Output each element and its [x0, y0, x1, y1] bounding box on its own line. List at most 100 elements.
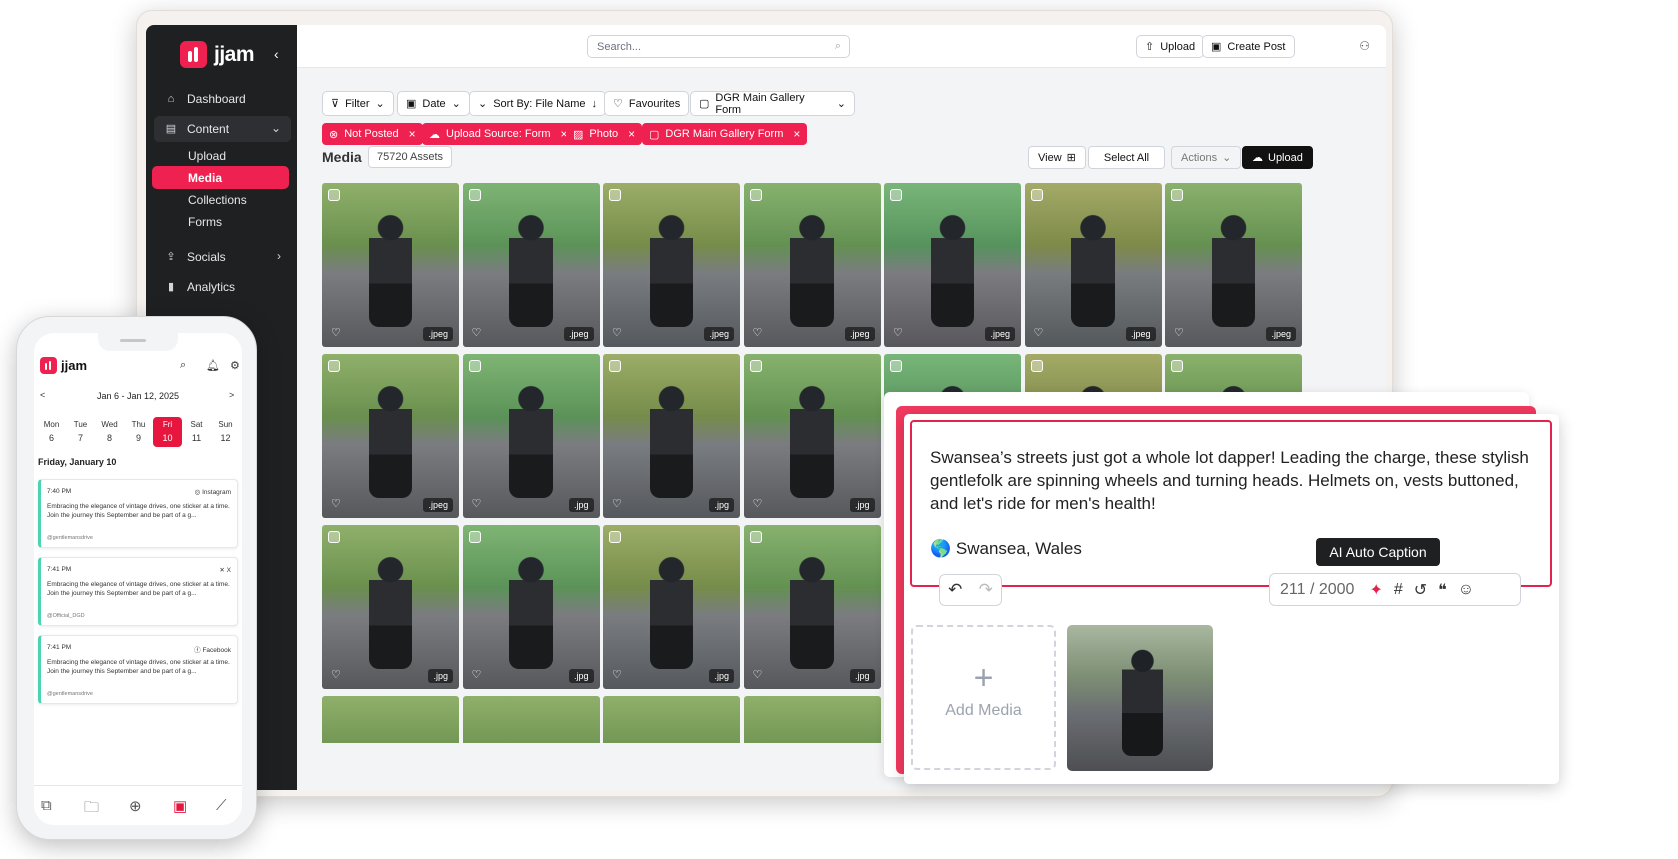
- heart-icon[interactable]: ♡: [472, 497, 482, 510]
- select-checkbox[interactable]: [1030, 189, 1043, 201]
- search-icon[interactable]: ⌕: [180, 359, 186, 372]
- select-checkbox[interactable]: [609, 531, 621, 543]
- day-cell[interactable]: Tue 7: [66, 417, 95, 447]
- add-tab-icon[interactable]: ⊕: [129, 797, 142, 815]
- sidebar-subitem-upload[interactable]: Upload: [152, 144, 289, 167]
- bell-icon[interactable]: 🔔︎: [206, 359, 220, 372]
- day-cell[interactable]: Mon 6: [37, 417, 66, 447]
- analytics-tab-icon[interactable]: ⟋: [216, 797, 227, 814]
- heart-icon[interactable]: ♡: [1034, 326, 1044, 339]
- media-tile[interactable]: ♡ .jpeg: [322, 354, 459, 518]
- select-checkbox[interactable]: [749, 360, 762, 372]
- select-checkbox[interactable]: [328, 360, 340, 372]
- media-tile[interactable]: ♡ .jpeg: [462, 183, 600, 347]
- emoji-icon[interactable]: ☺: [1458, 581, 1474, 599]
- heart-icon[interactable]: ♡: [331, 668, 341, 681]
- history-icon[interactable]: ↺: [1414, 580, 1427, 600]
- heart-icon[interactable]: ♡: [331, 497, 341, 510]
- sidebar-item-content[interactable]: ▤ Content ⌄: [154, 116, 291, 142]
- close-icon[interactable]: ×: [793, 127, 800, 141]
- media-tile[interactable]: ♡ .jpg: [743, 354, 881, 518]
- upload-button[interactable]: ⇧ Upload: [1136, 35, 1205, 58]
- hashtag-icon[interactable]: #: [1394, 581, 1403, 599]
- media-tile[interactable]: ♡ .jpeg: [1165, 183, 1302, 347]
- redo-icon[interactable]: ↷: [979, 580, 993, 600]
- heart-icon[interactable]: ♡: [893, 326, 903, 339]
- sidebar-item-socials[interactable]: ⇪ Socials ›: [154, 244, 291, 270]
- heart-icon[interactable]: ♡: [472, 668, 482, 681]
- media-tile[interactable]: [743, 696, 881, 743]
- select-checkbox[interactable]: [328, 531, 340, 543]
- sidebar-item-dashboard[interactable]: ⌂ Dashboard: [154, 86, 291, 112]
- next-week-button[interactable]: >: [229, 390, 234, 400]
- select-checkbox[interactable]: [1030, 360, 1043, 372]
- select-all-button[interactable]: Select All: [1088, 146, 1165, 169]
- search-input[interactable]: Search... ⌕: [587, 35, 850, 58]
- add-media-button[interactable]: + Add Media: [911, 625, 1056, 770]
- user-icon[interactable]: ⚇: [1359, 39, 1370, 53]
- day-cell[interactable]: Wed 8: [95, 417, 124, 447]
- heart-icon[interactable]: ♡: [753, 497, 763, 510]
- heart-icon[interactable]: ♡: [331, 326, 341, 339]
- media-tile[interactable]: ♡ .jpeg: [322, 183, 459, 347]
- day-cell[interactable]: Fri 10: [153, 417, 182, 447]
- media-tile[interactable]: ♡ .jpg: [462, 525, 600, 689]
- media-tile[interactable]: ♡ .jpg: [462, 354, 600, 518]
- scheduled-post-card[interactable]: 7:41 PM ⓕ Facebook Embracing the elegance …: [38, 635, 238, 704]
- select-checkbox[interactable]: [328, 189, 340, 201]
- sidebar-subitem-forms[interactable]: Forms: [152, 210, 289, 233]
- select-checkbox[interactable]: [468, 189, 481, 201]
- day-cell[interactable]: Sat 11: [182, 417, 211, 447]
- heart-icon[interactable]: ♡: [612, 668, 622, 681]
- select-checkbox[interactable]: [468, 531, 481, 543]
- media-tile[interactable]: [603, 696, 740, 743]
- media-tile[interactable]: ♡ .jpg: [603, 354, 740, 518]
- select-checkbox[interactable]: [609, 360, 621, 372]
- sidebar-item-analytics[interactable]: ▮ Analytics: [154, 274, 291, 300]
- close-icon[interactable]: ×: [628, 127, 635, 141]
- select-checkbox[interactable]: [890, 189, 902, 201]
- media-tile[interactable]: [322, 696, 459, 743]
- calendar-tab-icon[interactable]: ▣: [173, 797, 187, 815]
- select-checkbox[interactable]: [1171, 360, 1183, 372]
- day-cell[interactable]: Thu 9: [124, 417, 153, 447]
- media-tab-icon[interactable]: ⧉: [41, 797, 52, 814]
- sort-button[interactable]: ⌄ Sort By: File Name ↓: [469, 91, 607, 116]
- caption-textarea[interactable]: Swansea’s streets just got a whole lot d…: [910, 420, 1552, 587]
- create-post-button[interactable]: ▣ Create Post: [1202, 35, 1295, 58]
- media-tile[interactable]: ♡ .jpg: [743, 525, 881, 689]
- heart-icon[interactable]: ♡: [753, 326, 763, 339]
- select-checkbox[interactable]: [749, 531, 762, 543]
- heart-icon[interactable]: ♡: [1174, 326, 1184, 339]
- select-checkbox[interactable]: [609, 189, 621, 201]
- upload-media-button[interactable]: ☁ Upload: [1242, 146, 1313, 169]
- sidebar-subitem-collections[interactable]: Collections: [152, 188, 289, 211]
- folder-tab-icon[interactable]: 🗀︎: [84, 797, 99, 822]
- media-tile[interactable]: ♡ .jpeg: [1024, 183, 1162, 347]
- scheduled-post-card[interactable]: 7:41 PM ✕ X Embracing the elegance of vint…: [38, 557, 238, 626]
- ai-sparkle-icon[interactable]: ✦: [1369, 580, 1382, 600]
- gear-icon[interactable]: ⚙: [230, 359, 240, 372]
- sidebar-subitem-media[interactable]: Media: [152, 166, 289, 189]
- filter-button[interactable]: ⊽ Filter ⌄: [322, 91, 394, 116]
- select-checkbox[interactable]: [468, 360, 481, 372]
- heart-icon[interactable]: ♡: [612, 497, 622, 510]
- heart-icon[interactable]: ♡: [612, 326, 622, 339]
- day-cell[interactable]: Sun 12: [211, 417, 240, 447]
- media-tile[interactable]: ♡ .jpg: [322, 525, 459, 689]
- attached-media-thumbnail[interactable]: [1067, 625, 1213, 771]
- form-select[interactable]: ▢ DGR Main Gallery Form ⌄: [690, 91, 855, 116]
- favourites-button[interactable]: ♡ Favourites: [604, 91, 690, 116]
- view-button[interactable]: View ⊞: [1028, 146, 1086, 169]
- media-tile[interactable]: ♡ .jpeg: [743, 183, 881, 347]
- date-filter-button[interactable]: ▣ Date ⌄: [397, 91, 470, 116]
- select-checkbox[interactable]: [1171, 189, 1183, 201]
- select-checkbox[interactable]: [890, 360, 902, 372]
- media-tile[interactable]: [462, 696, 600, 743]
- quote-icon[interactable]: ❝: [1438, 580, 1447, 600]
- media-tile[interactable]: ♡ .jpeg: [603, 183, 740, 347]
- heart-icon[interactable]: ♡: [472, 326, 482, 339]
- collapse-sidebar-icon[interactable]: ‹: [274, 46, 279, 62]
- undo-icon[interactable]: ↶: [948, 580, 962, 600]
- scheduled-post-card[interactable]: 7:40 PM ◎ Instagram Embracing the elegance…: [38, 479, 238, 548]
